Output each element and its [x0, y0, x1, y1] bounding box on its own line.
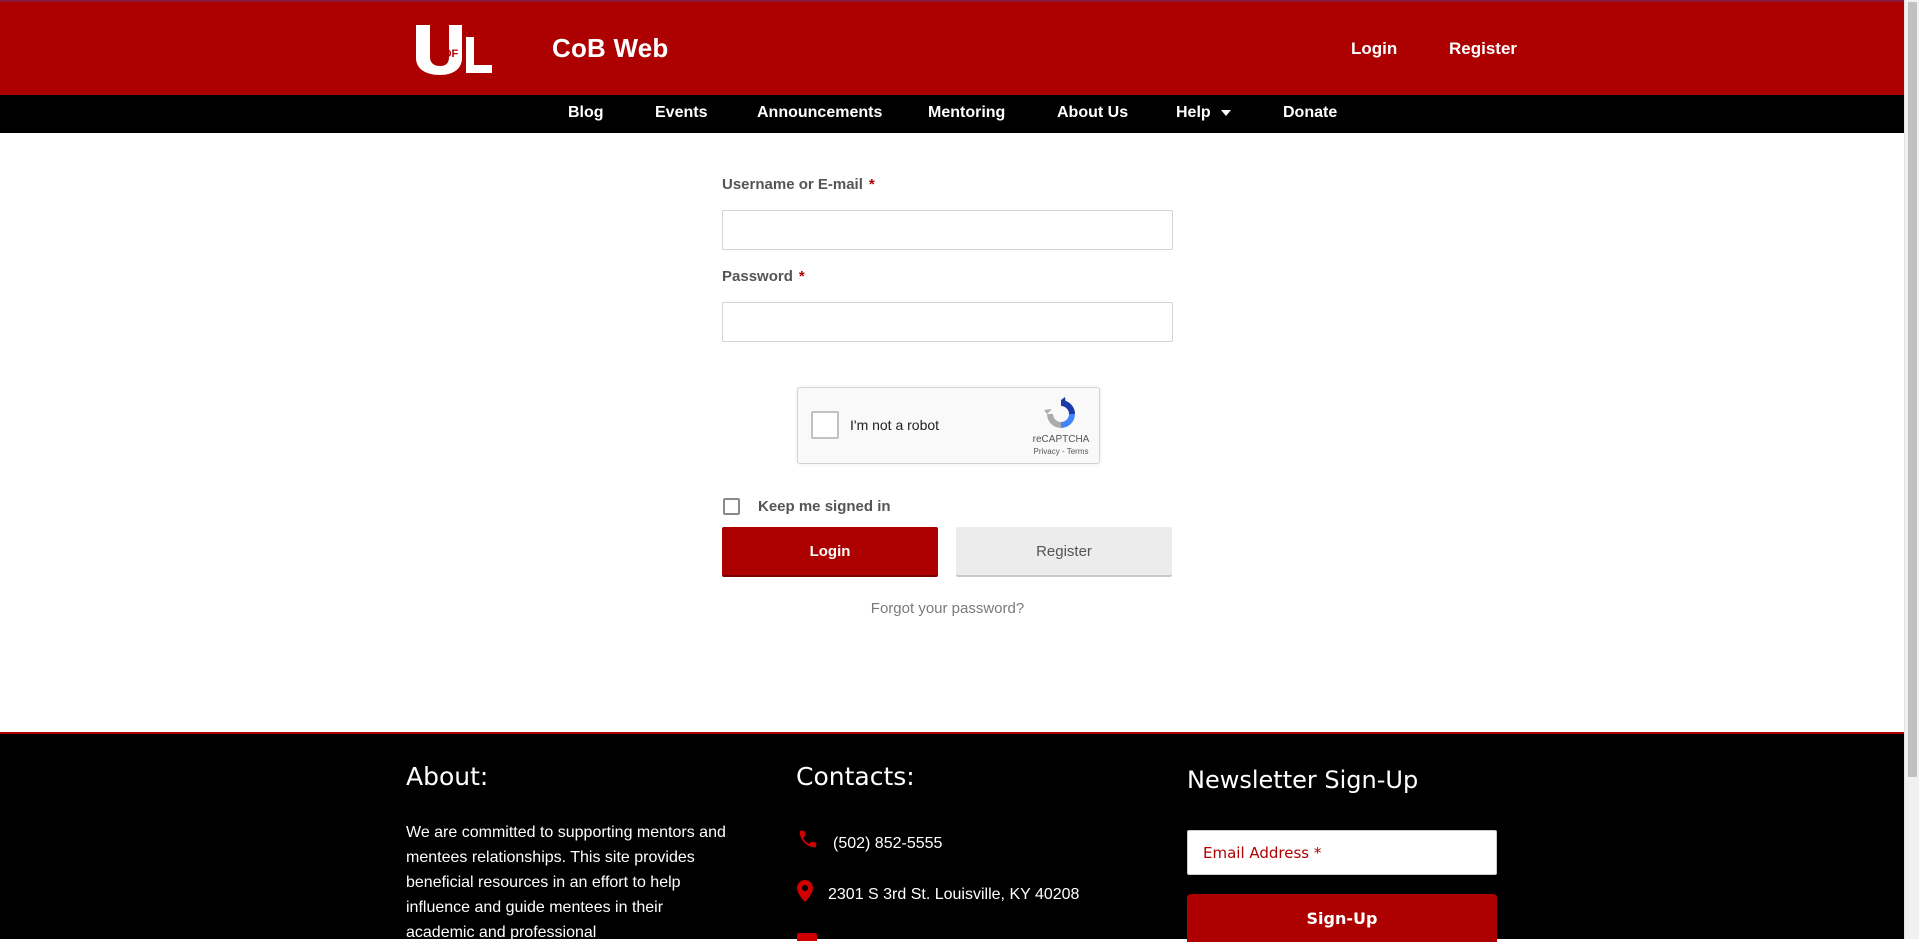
recaptcha-logo-icon [1044, 397, 1075, 428]
login-button[interactable]: Login [722, 527, 938, 575]
chevron-down-icon [1220, 109, 1231, 116]
recaptcha-checkbox[interactable] [811, 411, 839, 439]
about-heading: About: [406, 762, 489, 791]
nav-item-announcements[interactable]: Announcements [757, 104, 882, 122]
main-nav: Blog Events Announcements Mentoring Abou… [0, 95, 1904, 133]
site-footer: About: We are committed to supporting me… [0, 732, 1904, 942]
newsletter-heading: Newsletter Sign-Up [1187, 766, 1419, 794]
logo-small-text: OF [443, 48, 459, 60]
contacts-heading: Contacts: [796, 762, 915, 791]
header-login-link[interactable]: Login [1351, 39, 1397, 59]
nav-item-blog[interactable]: Blog [568, 104, 604, 122]
recaptcha-label: I'm not a robot [850, 417, 940, 433]
password-label-text: Password [722, 268, 793, 285]
header-register-link[interactable]: Register [1449, 39, 1517, 59]
keep-signed-in-label[interactable]: Keep me signed in [758, 498, 891, 515]
nav-item-help[interactable]: Help [1176, 104, 1231, 122]
required-mark: * [798, 268, 805, 285]
site-header: OF CoB Web Login Register [0, 0, 1904, 95]
contact-address: 2301 S 3rd St. Louisville, KY 40208 [828, 886, 1080, 903]
required-mark: * [868, 176, 875, 193]
username-label-text: Username or E-mail [722, 176, 863, 193]
page-scrollbar[interactable] [1904, 0, 1919, 939]
newsletter-signup-button[interactable]: Sign-Up [1187, 894, 1497, 942]
nav-item-donate[interactable]: Donate [1283, 104, 1337, 122]
nav-help-label: Help [1176, 104, 1211, 121]
map-pin-icon [797, 880, 813, 902]
recaptcha-widget: I'm not a robot reCAPTCHA Privacy - Term… [797, 387, 1100, 464]
about-text: We are committed to supporting mentors a… [406, 824, 726, 941]
register-button[interactable]: Register [956, 527, 1172, 575]
username-label: Username or E-mail * [722, 176, 875, 193]
username-input[interactable] [722, 210, 1173, 250]
envelope-icon [797, 933, 817, 941]
newsletter-email-input[interactable] [1187, 830, 1497, 875]
recaptcha-brand: reCAPTCHA [1032, 434, 1090, 445]
phone-icon [799, 830, 817, 848]
nav-item-events[interactable]: Events [655, 104, 707, 122]
password-label: Password * [722, 268, 805, 285]
forgot-password-link[interactable]: Forgot your password? [722, 600, 1173, 617]
contact-phone[interactable]: (502) 852-5555 [833, 835, 942, 853]
password-input[interactable] [722, 302, 1173, 342]
recaptcha-privacy-terms[interactable]: Privacy - Terms [1026, 447, 1096, 456]
nav-item-mentoring[interactable]: Mentoring [928, 104, 1005, 122]
scrollbar-thumb[interactable] [1908, 2, 1917, 777]
keep-signed-in-checkbox[interactable] [723, 498, 740, 515]
site-title[interactable]: CoB Web [552, 33, 668, 64]
nav-item-about-us[interactable]: About Us [1057, 104, 1128, 122]
uofl-logo[interactable]: OF [414, 23, 494, 75]
